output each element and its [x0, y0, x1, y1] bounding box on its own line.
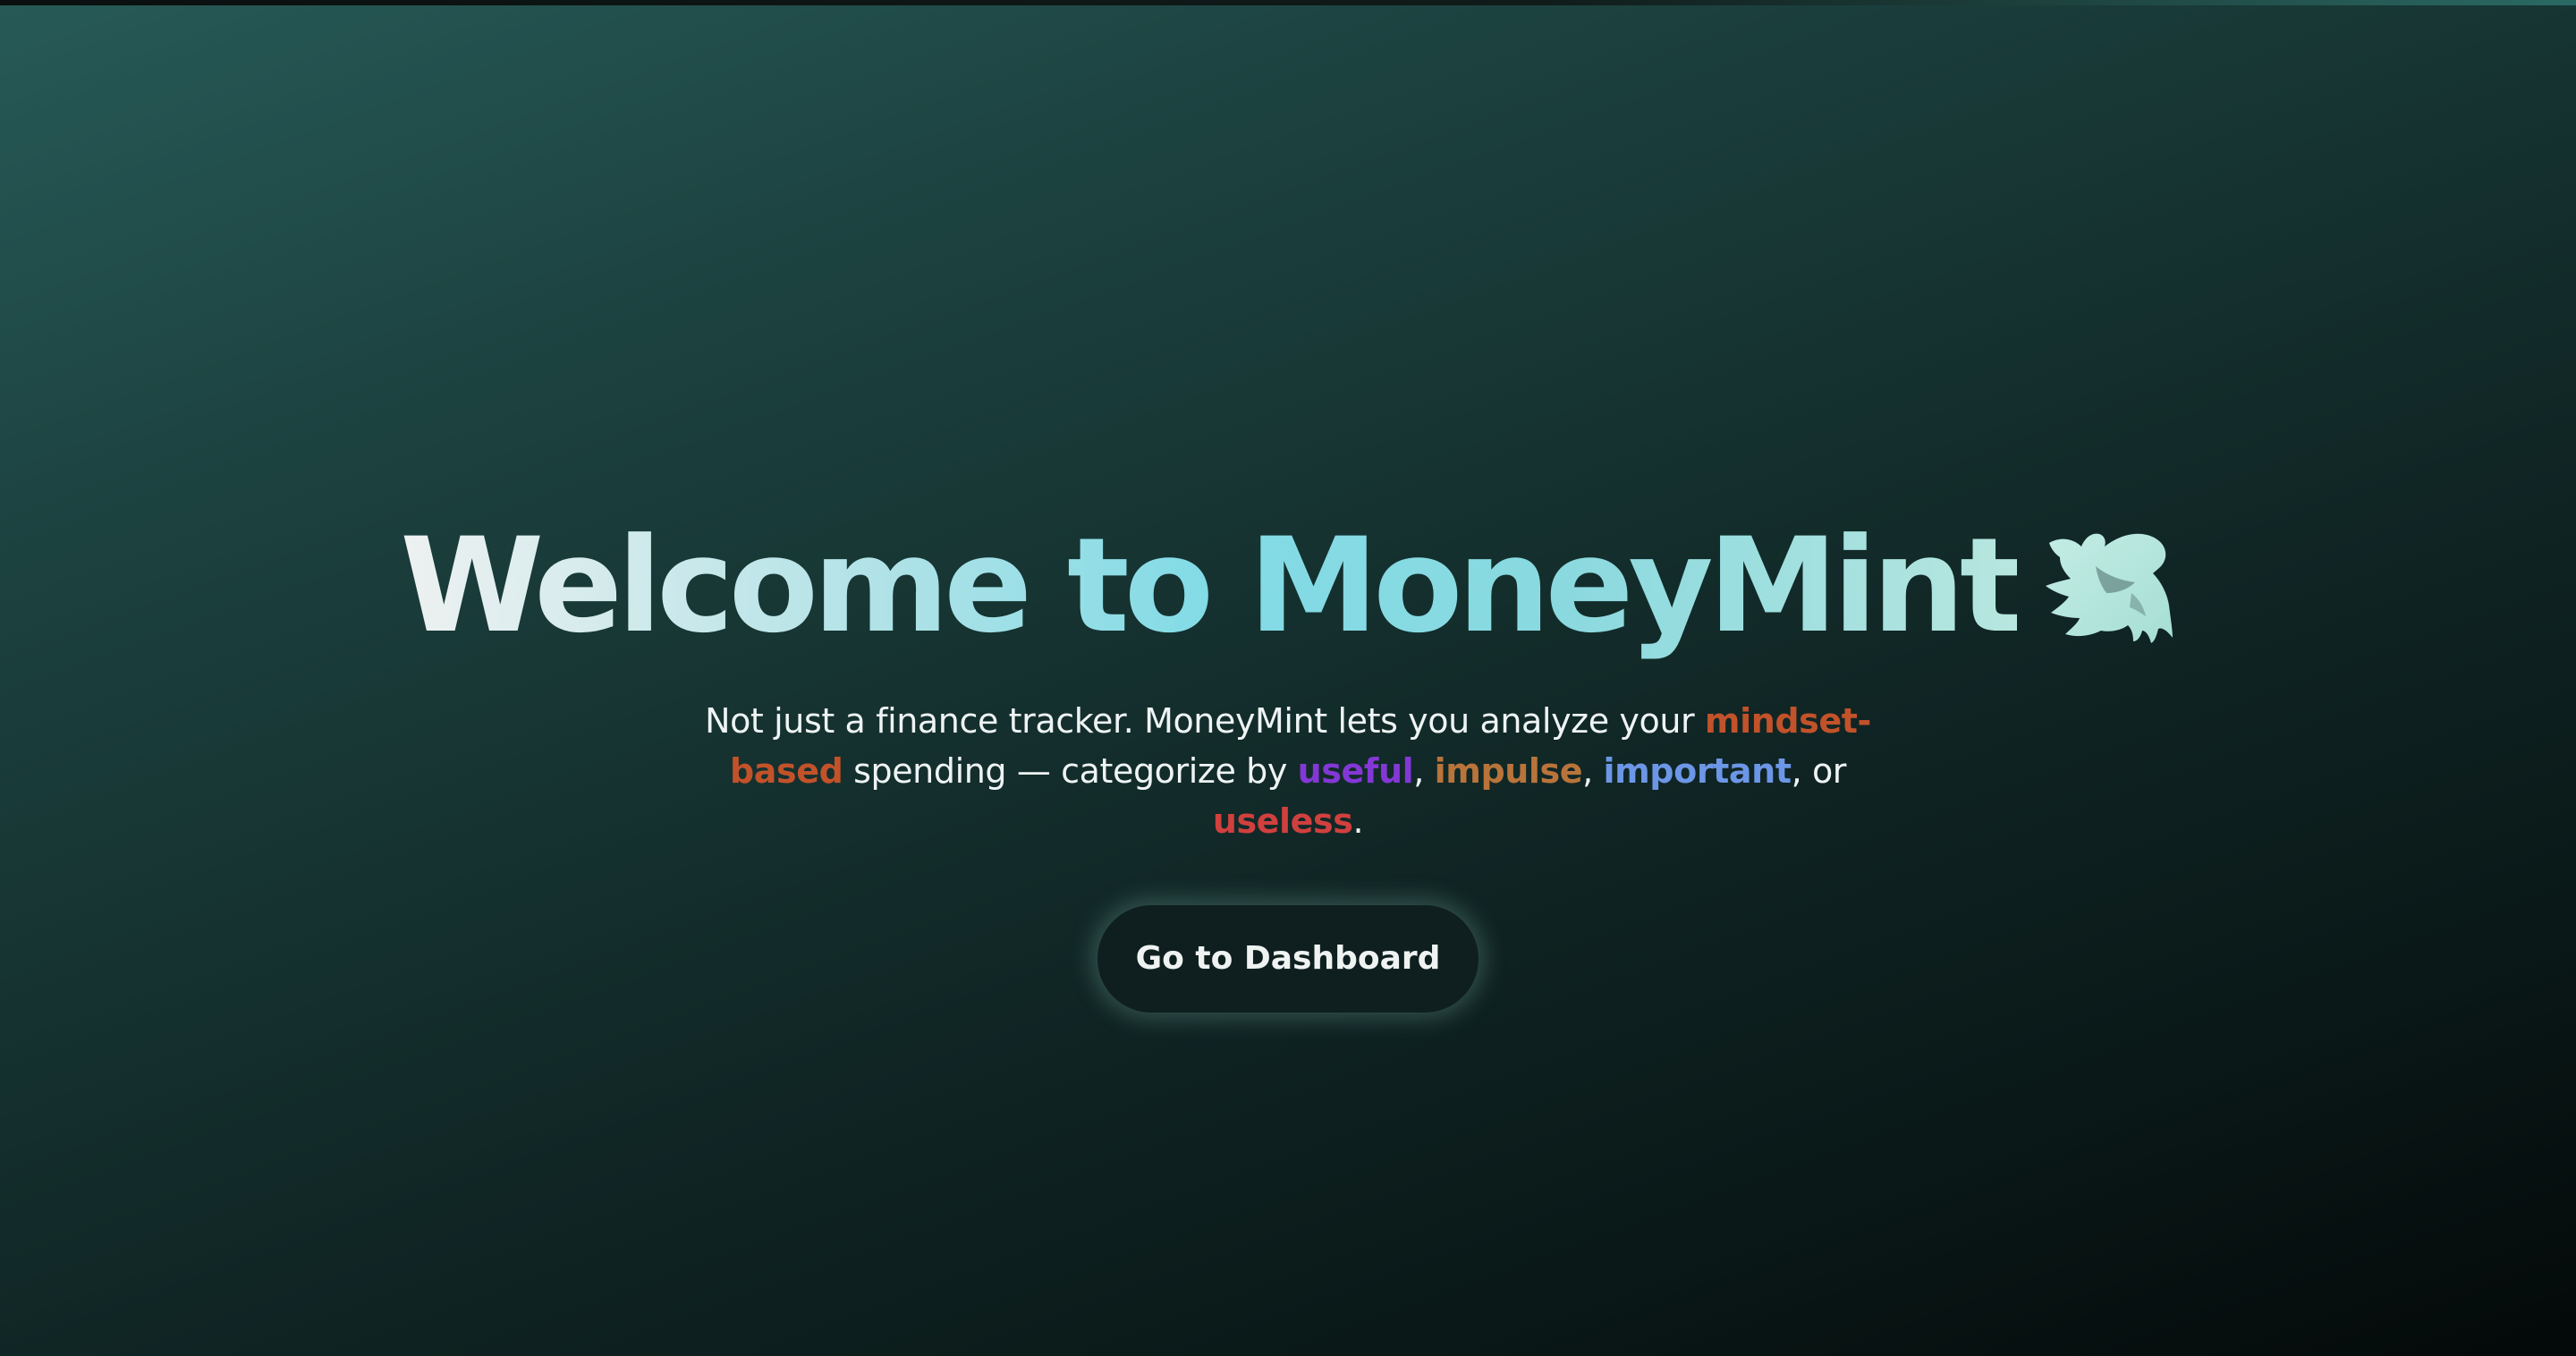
hero-section: Welcome to MoneyMint Not just a finance … [0, 510, 2576, 1013]
separator: , [1582, 751, 1604, 791]
hero-title: Welcome to MoneyMint [400, 510, 2021, 662]
subtitle-intro: Not just a finance tracker. MoneyMint le… [705, 701, 1705, 741]
cta-wrapper: Go to Dashboard [0, 905, 2576, 1013]
hero-title-row: Welcome to MoneyMint [0, 510, 2576, 662]
subtitle-end: . [1352, 801, 1364, 841]
category-useful: useful [1297, 751, 1414, 791]
category-impulse: impulse [1434, 751, 1583, 791]
top-border [0, 0, 2576, 5]
subtitle-middle: spending — categorize by [843, 751, 1298, 791]
hero-subtitle: Not just a finance tracker. MoneyMint le… [680, 696, 1896, 846]
dove-icon [2045, 533, 2173, 643]
separator: , or [1791, 751, 1847, 791]
category-useless: useless [1212, 801, 1353, 841]
separator: , [1413, 751, 1435, 791]
category-important: important [1603, 751, 1792, 791]
go-to-dashboard-button[interactable]: Go to Dashboard [1097, 905, 1479, 1013]
